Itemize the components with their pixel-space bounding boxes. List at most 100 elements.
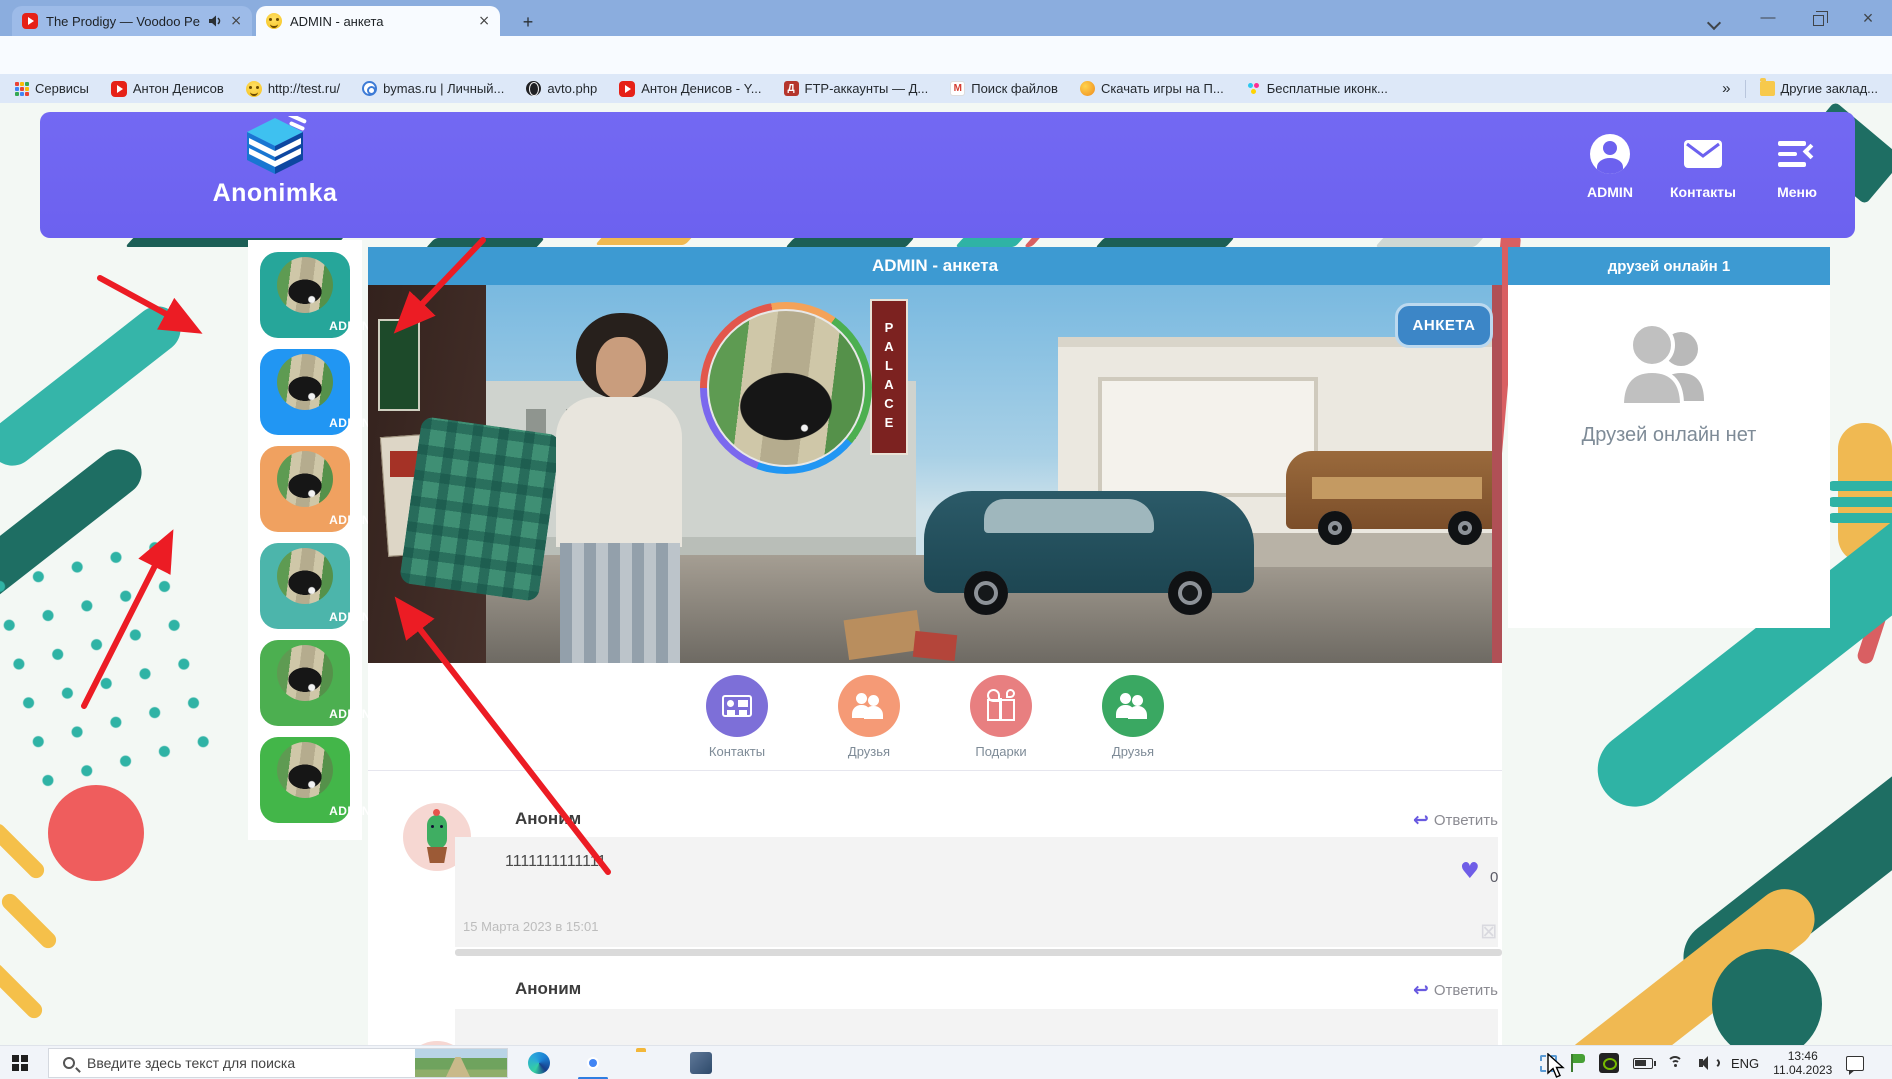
wheel: [1318, 511, 1352, 545]
tab-admin-anketa[interactable]: ADMIN - анкета ×: [256, 6, 500, 36]
profile-avatar-photo: [707, 309, 865, 467]
user-avatar-tile[interactable]: ADMIN: [260, 737, 350, 823]
search-icon: [63, 1057, 75, 1069]
close-tab-icon[interactable]: ×: [478, 13, 490, 29]
plaid-fabric: [399, 416, 561, 602]
window-minimize-button[interactable]: —: [1748, 8, 1788, 28]
user-avatar-tile[interactable]: ADMIN: [260, 543, 350, 629]
other-bookmarks-folder[interactable]: Другие заклад...: [1760, 81, 1879, 96]
bookmark-item[interactable]: Бесплатные иконк...: [1246, 81, 1388, 96]
tab-title: ADMIN - анкета: [290, 14, 470, 29]
comment-date: 15 Марта 2023 в 15:01: [463, 919, 598, 934]
decor-teal-bar: [0, 297, 190, 475]
game-icon: [1080, 81, 1095, 96]
google-apps-icon: [14, 81, 29, 96]
window-restore-button[interactable]: [1798, 12, 1838, 32]
site-header: Anonimka ADMIN Контакты Меню: [40, 112, 1855, 238]
ftp-icon: Д: [784, 81, 799, 96]
divider: [1745, 80, 1746, 98]
pinned-app-icon[interactable]: [690, 1052, 712, 1074]
pet-photo: [277, 354, 333, 410]
friends-icon: [852, 693, 886, 719]
reply-button[interactable]: ↩Ответить: [1413, 809, 1498, 831]
notification-center-icon[interactable]: [1846, 1056, 1864, 1071]
search-highlight-image[interactable]: [415, 1048, 507, 1078]
like-heart-icon[interactable]: ♥: [1460, 859, 1480, 884]
comment-author[interactable]: Аноним: [515, 979, 581, 999]
wheel: [1448, 511, 1482, 545]
user-avatar-tile[interactable]: ADMIN: [260, 640, 350, 726]
nvidia-icon[interactable]: [1599, 1053, 1619, 1073]
language-indicator[interactable]: ENG: [1731, 1056, 1759, 1071]
page-title: ADMIN - анкета: [872, 256, 998, 276]
poster: [378, 319, 420, 411]
battery-icon[interactable]: [1633, 1058, 1653, 1069]
delete-comment-icon[interactable]: ⊠: [1480, 919, 1498, 943]
bookmark-item[interactable]: ДFTP-аккаунты — Д...: [784, 81, 929, 96]
action-friends[interactable]: Друзья: [831, 675, 907, 770]
nav-menu[interactable]: Меню: [1752, 132, 1842, 200]
user-avatar-tile[interactable]: ADMIN: [260, 446, 350, 532]
decor-red-circle: [48, 785, 144, 881]
pet-photo: [277, 257, 333, 313]
friends-icon: [1116, 693, 1150, 719]
speaker-icon[interactable]: [208, 14, 222, 28]
bookmark-item[interactable]: Антон Денисов: [111, 81, 224, 97]
wifi-icon[interactable]: [1667, 1056, 1685, 1070]
close-tab-icon[interactable]: ×: [230, 13, 242, 29]
action-gifts[interactable]: Подарки: [963, 675, 1039, 770]
comment-body-panel: [455, 1009, 1498, 1045]
decor-darkteal-circle: [1712, 949, 1822, 1045]
clock[interactable]: 13:4611.04.2023: [1773, 1049, 1832, 1077]
profile-avatar-ring[interactable]: [700, 302, 872, 474]
taskbar-search-box[interactable]: Введите здесь текст для поиска: [48, 1048, 508, 1078]
reply-button[interactable]: ↩Ответить: [1413, 979, 1498, 1001]
pet-photo: [277, 548, 333, 604]
user-avatar-tile[interactable]: ADMIN: [260, 252, 350, 338]
user-avatar-tile[interactable]: ADMIN: [260, 349, 350, 435]
bookmarks-overflow-chevron[interactable]: »: [1722, 80, 1730, 97]
mail-m-icon: М: [950, 81, 965, 96]
nav-admin[interactable]: ADMIN: [1565, 132, 1655, 200]
start-button[interactable]: [12, 1055, 28, 1071]
comment-body-panel: [455, 837, 1498, 947]
palace-sign: PALACE: [870, 299, 908, 455]
reply-arrow-icon: ↩: [1413, 979, 1429, 1001]
bookmark-item[interactable]: http://test.ru/: [246, 81, 340, 97]
bookmarks-bar: Сервисы Антон Денисов http://test.ru/ by…: [0, 74, 1892, 103]
bookmark-item[interactable]: bymas.ru | Личный...: [362, 81, 504, 96]
nav-contacts[interactable]: Контакты: [1658, 132, 1748, 200]
bookmark-item[interactable]: Скачать игры на П...: [1080, 81, 1224, 96]
tab-search-chevron-icon[interactable]: [1694, 14, 1734, 34]
user-icon: [1590, 134, 1630, 174]
package: [913, 631, 957, 661]
new-tab-button[interactable]: +: [516, 10, 540, 34]
woman-figure: [556, 397, 682, 547]
youtube-favicon: [22, 13, 38, 29]
bookmark-item[interactable]: Сервисы: [14, 81, 89, 96]
cube-logo-icon: [243, 116, 307, 176]
anketa-button[interactable]: АНКЕТА: [1395, 303, 1493, 348]
like-count: 0: [1490, 869, 1498, 886]
friends-sidebar: друзей онлайн 1 Друзей онлайн нет: [1508, 247, 1830, 628]
volume-icon[interactable]: [1699, 1055, 1717, 1071]
youtube-icon: [111, 81, 127, 97]
action-contacts[interactable]: Контакты: [699, 675, 775, 770]
cactus-icon: [427, 815, 447, 849]
action-friends-2[interactable]: Друзья: [1095, 675, 1171, 770]
edge-icon[interactable]: [528, 1052, 550, 1074]
page-viewport: Anonimka ADMIN Контакты Меню ADMIN ADMIN…: [0, 103, 1892, 1045]
tab-prodigy[interactable]: The Prodigy — Voodoo Peop ×: [12, 6, 252, 36]
bookmark-item[interactable]: Антон Денисов - Y...: [619, 81, 761, 97]
bookmark-item[interactable]: МПоиск файлов: [950, 81, 1058, 96]
flag-tray-icon[interactable]: [1571, 1054, 1585, 1072]
bookmark-item[interactable]: avto.php: [526, 81, 597, 96]
tab-title: The Prodigy — Voodoo Peop: [46, 14, 200, 29]
window-close-button[interactable]: ×: [1848, 8, 1888, 28]
search-placeholder: Введите здесь текст для поиска: [87, 1055, 295, 1071]
decor-dots: [0, 521, 235, 795]
avatar-rail: ADMIN ADMIN ADMIN ADMIN ADMIN ADMIN: [248, 240, 362, 840]
comment-author[interactable]: Аноним: [515, 809, 581, 829]
site-logo[interactable]: Anonimka: [190, 116, 360, 208]
smiley-favicon: [266, 13, 282, 29]
